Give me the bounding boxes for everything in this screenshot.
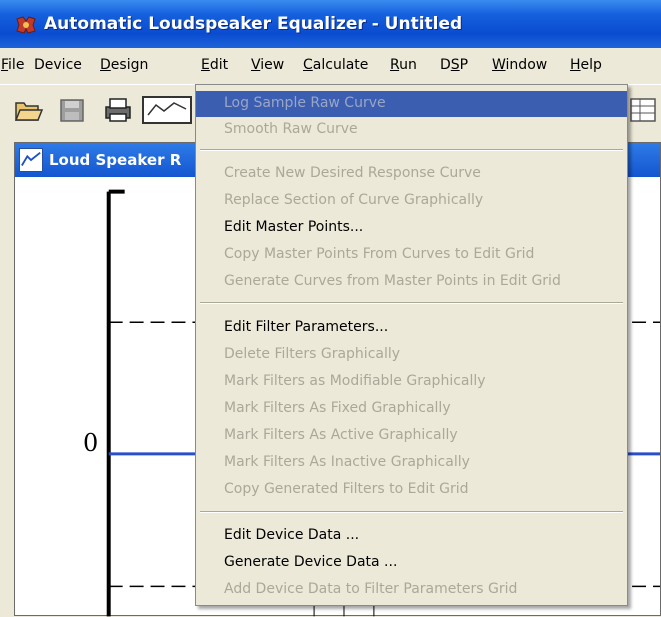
menu-edit-device-data[interactable]: Edit Device Data ... — [196, 523, 627, 549]
window-title: Automatic Loudspeaker Equalizer - Untitl… — [44, 14, 463, 34]
y-tick-label-zero: 0 — [83, 429, 99, 457]
menu-separator — [200, 302, 623, 304]
menu-separator — [200, 511, 623, 513]
menu-generate-curves[interactable]: Generate Curves from Master Points in Ed… — [196, 269, 627, 295]
response-curve-icon — [19, 148, 43, 172]
menu-design[interactable]: Design — [100, 57, 148, 73]
menu-dsp[interactable]: DSP — [440, 57, 468, 73]
menu-window[interactable]: Window — [492, 57, 547, 73]
menu-mark-inactive[interactable]: Mark Filters As Inactive Graphically — [196, 450, 627, 476]
menu-replace-curve-section[interactable]: Replace Section of Curve Graphically — [196, 188, 627, 214]
menu-smooth-raw-curve[interactable]: Smooth Raw Curve — [196, 117, 627, 143]
menu-delete-filters[interactable]: Delete Filters Graphically — [196, 342, 627, 368]
menu-create-desired-response[interactable]: Create New Desired Response Curve — [196, 161, 627, 187]
menu-separator — [200, 149, 623, 151]
save-disk-icon[interactable] — [54, 93, 90, 127]
menu-log-sample-raw-curve[interactable]: Log Sample Raw Curve — [196, 91, 627, 117]
menu-device[interactable]: Device — [34, 57, 82, 73]
print-icon[interactable] — [100, 93, 136, 127]
menu-mark-modifiable[interactable]: Mark Filters as Modifiable Graphically — [196, 369, 627, 395]
edit-dropdown-menu: Log Sample Raw Curve Smooth Raw Curve Cr… — [195, 84, 628, 606]
open-folder-icon[interactable] — [10, 93, 46, 127]
app-logo-icon — [16, 16, 36, 34]
menu-bar: File Device Design Edit View Calculate R… — [0, 48, 661, 131]
menu-copy-generated-filters[interactable]: Copy Generated Filters to Edit Grid — [196, 477, 627, 503]
menu-generate-device-data[interactable]: Generate Device Data ... — [196, 550, 627, 576]
menu-calculate[interactable]: Calculate — [303, 57, 368, 73]
grid-table-icon[interactable] — [628, 93, 658, 127]
menu-mark-active[interactable]: Mark Filters As Active Graphically — [196, 423, 627, 449]
menu-edit-master-points[interactable]: Edit Master Points... — [196, 215, 627, 241]
menu-help[interactable]: Help — [570, 57, 602, 73]
menu-view[interactable]: View — [251, 57, 284, 73]
title-bar: Automatic Loudspeaker Equalizer - Untitl… — [0, 0, 661, 48]
menu-add-device-data[interactable]: Add Device Data to Filter Parameters Gri… — [196, 577, 627, 603]
menu-file[interactable]: File — [1, 57, 24, 73]
menu-copy-master-points[interactable]: Copy Master Points From Curves to Edit G… — [196, 242, 627, 268]
menu-run[interactable]: Run — [390, 57, 417, 73]
child-window-title: Loud Speaker R — [49, 151, 182, 169]
graph-view-icon[interactable] — [140, 93, 194, 127]
menu-edit[interactable]: Edit — [201, 57, 228, 73]
menu-edit-filter-parameters[interactable]: Edit Filter Parameters... — [196, 315, 627, 341]
menu-mark-fixed[interactable]: Mark Filters As Fixed Graphically — [196, 396, 627, 422]
